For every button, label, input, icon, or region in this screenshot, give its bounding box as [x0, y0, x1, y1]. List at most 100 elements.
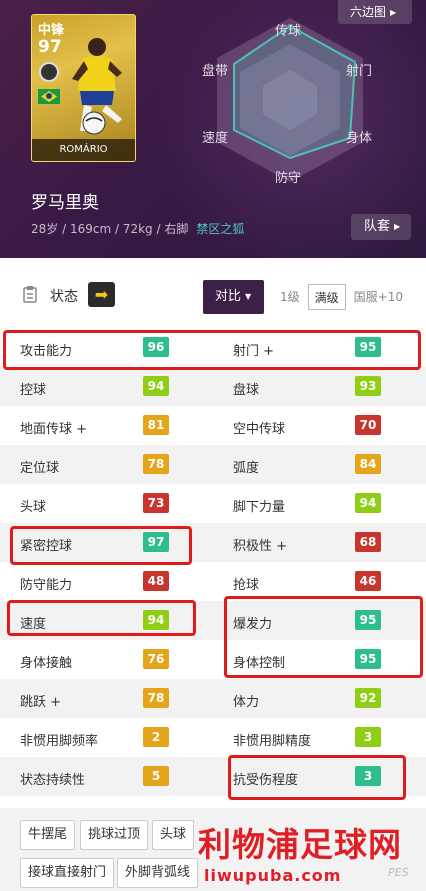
stat-cell: 控球 94 [0, 367, 213, 406]
radar-label-physical: 身体 [346, 131, 373, 146]
stat-cell: 抢球 46 [213, 562, 426, 601]
watermark-url: liwupuba.com [204, 866, 342, 885]
radar-label-dribbling: 盘带 [202, 64, 229, 79]
player-info: 28岁 / 169cm / 72kg / 右脚 禁区之狐 [31, 220, 244, 237]
compare-label: 对比 [215, 289, 242, 304]
stat-cell: 脚下力量 94 [213, 484, 426, 523]
stat-cell: 攻击能力 96 [0, 328, 213, 367]
skill-chip[interactable]: 挑球过顶 [80, 820, 149, 850]
stat-value-badge: 95 [355, 337, 381, 357]
stat-value-badge: 46 [355, 571, 381, 591]
stat-cell: 盘球 93 [213, 367, 426, 406]
stat-label: 攻击能力 [20, 344, 73, 359]
skill-chip[interactable]: 接球直接射门 [20, 858, 115, 888]
stat-value-badge: 95 [355, 649, 381, 669]
stat-label: 抢球 [233, 578, 260, 593]
stat-cell: 身体接触 76 [0, 640, 213, 679]
stat-cell: 地面传球 + 81 [0, 406, 213, 445]
card-overall: 97 [38, 37, 62, 57]
stat-label: 非惯用脚精度 [233, 734, 312, 749]
stat-label: 非惯用脚频率 [20, 734, 99, 749]
stat-row: 跳跃 + 78 体力 92 [0, 679, 426, 718]
stat-cell: 速度 94 [0, 601, 213, 640]
stat-cell: 头球 73 [0, 484, 213, 523]
stat-cell: 射门 + 95 [213, 328, 426, 367]
stat-label: 地面传球 + [20, 422, 88, 437]
level-selector: 1级 满级 国服+10 [276, 282, 407, 312]
stat-row: 防守能力 48 抢球 46 [0, 562, 426, 601]
watermark-title: 利物浦足球网 [198, 825, 402, 864]
stat-label: 跳跃 + [20, 695, 62, 710]
stat-value-badge: 78 [143, 454, 169, 474]
radar-label-shooting: 射门 [346, 64, 373, 79]
stat-label: 头球 [20, 500, 47, 515]
player-style-tag[interactable]: 禁区之狐 [196, 222, 244, 236]
stat-label: 防守能力 [20, 578, 73, 593]
stat-value-badge: 76 [143, 649, 169, 669]
stat-label: 紧密控球 [20, 539, 73, 554]
condition-arrow-icon[interactable]: ➡ [88, 282, 115, 307]
stat-cell: 状态持续性 5 [0, 757, 213, 796]
level-option-1[interactable]: 1级 [276, 284, 304, 310]
stat-value-badge: 3 [355, 766, 381, 786]
stat-cell: 跳跃 + 78 [0, 679, 213, 718]
stat-row: 身体接触 76 身体控制 95 [0, 640, 426, 679]
level-option-max[interactable]: 满级 [307, 284, 346, 310]
stat-cell: 积极性 + 68 [213, 523, 426, 562]
stat-value-badge: 2 [143, 727, 169, 747]
watermark-corner: PES [388, 866, 409, 879]
stat-label: 爆发力 [233, 617, 273, 632]
stat-row: 速度 94 爆发力 95 [0, 601, 426, 640]
skill-chip[interactable]: 牛摆尾 [20, 820, 76, 850]
club-badge-icon [39, 62, 59, 82]
card-position: 中锋 [38, 23, 65, 38]
stat-label: 脚下力量 [233, 500, 286, 515]
stat-cell: 紧密控球 97 [0, 523, 213, 562]
stat-value-badge: 70 [355, 415, 381, 435]
team-kit-button[interactable]: 队套 ▶ [351, 214, 411, 240]
stat-value-badge: 93 [355, 376, 381, 396]
radar-label-passing: 传球 [275, 24, 302, 39]
stat-cell: 定位球 78 [0, 445, 213, 484]
skill-chip[interactable]: 外脚背弧线 [117, 858, 199, 888]
stat-value-badge: 94 [143, 610, 169, 630]
stat-row: 紧密控球 97 积极性 + 68 [0, 523, 426, 562]
radar-label-speed: 速度 [202, 131, 229, 146]
stat-cell: 弧度 84 [213, 445, 426, 484]
stat-label: 状态持续性 [20, 773, 86, 788]
card-player-name: ROMÁRIO [32, 139, 135, 161]
stat-cell: 空中传球 70 [213, 406, 426, 445]
stat-label: 射门 + [233, 344, 275, 359]
stat-row: 状态持续性 5 抗受伤程度 3 [0, 757, 426, 796]
player-card: 中锋 97 ROMÁRIO [31, 14, 136, 162]
stat-cell: 抗受伤程度 3 [213, 757, 426, 796]
stat-row: 地面传球 + 81 空中传球 70 [0, 406, 426, 445]
stat-value-badge: 81 [143, 415, 169, 435]
stat-value-badge: 5 [143, 766, 169, 786]
stat-label: 体力 [233, 695, 260, 710]
condition-label: 状态 [50, 289, 78, 305]
stat-label: 弧度 [233, 461, 260, 476]
compare-button[interactable]: 对比 ▼ [203, 280, 264, 314]
stat-value-badge: 92 [355, 688, 381, 708]
radar-label-defense: 防守 [275, 171, 302, 186]
stat-label: 控球 [20, 383, 47, 398]
brazil-flag-icon [38, 89, 60, 104]
skill-chip[interactable]: 头球 [152, 820, 195, 850]
condition-icon [23, 286, 37, 303]
stat-row: 定位球 78 弧度 84 [0, 445, 426, 484]
stat-cell: 防守能力 48 [0, 562, 213, 601]
stat-cell: 非惯用脚精度 3 [213, 718, 426, 757]
player-header: 六边图 ▶ 中锋 97 ROMÁRIO 传球 盘带 射门 速度 身体 防守 罗马里… [0, 0, 426, 258]
stat-label: 抗受伤程度 [233, 773, 299, 788]
player-bio: 28岁 / 169cm / 72kg / 右脚 [31, 222, 189, 236]
stat-row: 非惯用脚频率 2 非惯用脚精度 3 [0, 718, 426, 757]
chevron-right-icon: ▶ [390, 8, 397, 17]
stat-label: 盘球 [233, 383, 260, 398]
stat-label: 积极性 + [233, 539, 288, 554]
stat-value-badge: 3 [355, 727, 381, 747]
stat-label: 空中传球 [233, 422, 286, 437]
stat-value-badge: 68 [355, 532, 381, 552]
stat-value-badge: 73 [143, 493, 169, 513]
level-option-server-plus10[interactable]: 国服+10 [350, 284, 407, 310]
